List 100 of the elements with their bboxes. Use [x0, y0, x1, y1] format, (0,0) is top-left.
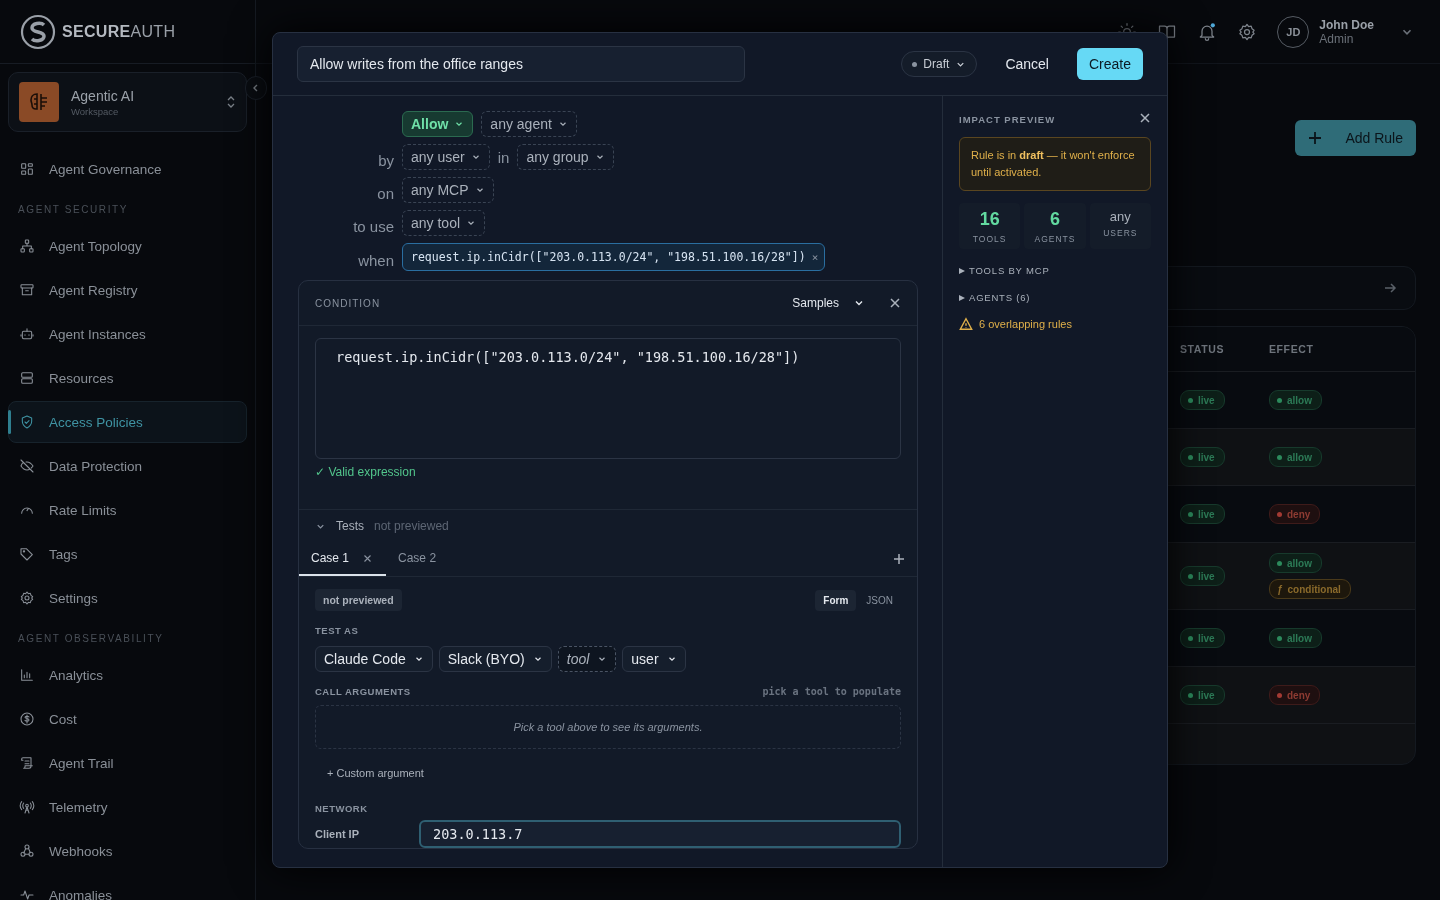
cancel-button[interactable]: Cancel	[997, 56, 1057, 72]
rule-keyword: on	[376, 183, 394, 202]
rule-keyword: by	[377, 150, 394, 169]
workspace-switcher[interactable]: Agentic AI Workspace	[8, 72, 247, 132]
status-pill: live	[1180, 628, 1225, 648]
scope-dropdown[interactable]: any MCP	[402, 177, 494, 203]
bar-chart-icon	[19, 667, 35, 683]
scope-dropdown[interactable]: any group	[517, 144, 614, 170]
brand-name: SECUREAUTH	[62, 22, 176, 41]
add-icon[interactable]	[893, 553, 905, 565]
nav-item[interactable]: Access Policies	[8, 401, 247, 443]
expression-editor[interactable]: request.ip.inCidr(["203.0.113.0/24", "198.51.100.16/28"])	[315, 338, 901, 459]
effect-pill: deny	[1269, 504, 1321, 524]
mode-toggle[interactable]: JSON	[858, 589, 901, 611]
shield-icon	[19, 414, 35, 430]
rule-name-field[interactable]: Allow writes from the office ranges	[297, 46, 745, 82]
nav-item[interactable]: Telemetry	[8, 786, 247, 828]
close-icon[interactable]	[889, 297, 901, 309]
effect-pill: allow	[1269, 553, 1322, 573]
nav-item[interactable]: Agent Governance	[8, 148, 247, 190]
column-header: STATUS	[1180, 343, 1226, 355]
overlap-warning[interactable]: 6 overlapping rules	[979, 318, 1072, 330]
stat-tile: 6 AGENTS	[1024, 203, 1086, 249]
panel-title: IMPACT PREVIEW	[959, 114, 1056, 125]
nav-item[interactable]: Settings	[8, 577, 247, 619]
case-tab[interactable]: Case 1	[299, 542, 387, 576]
nav-item[interactable]: Agent Trail	[8, 742, 247, 784]
close-icon[interactable]	[1139, 112, 1151, 124]
warning-icon	[959, 317, 973, 331]
status-pill: live	[1180, 447, 1225, 467]
expandable-section[interactable]: TOOLS BY MCP	[959, 265, 1050, 276]
triangle-icon	[959, 294, 965, 301]
scope-dropdown[interactable]: any tool	[402, 210, 486, 236]
mode-toggle[interactable]: Form	[815, 589, 857, 611]
samples-dropdown[interactable]: Samples	[792, 296, 865, 310]
scroll-icon	[19, 755, 35, 771]
server-icon	[19, 370, 35, 386]
expandable-section[interactable]: AGENTS (6)	[959, 292, 1031, 303]
nav-item[interactable]: Cost	[8, 698, 247, 740]
nav-item[interactable]: Anomalies	[8, 874, 247, 900]
tool-dropdown[interactable]: tool	[557, 646, 617, 672]
plus-icon	[1307, 130, 1324, 146]
workspace-subtitle: Workspace	[71, 105, 120, 117]
user-menu[interactable]: JD John Doe Admin	[1277, 9, 1424, 54]
remove-button[interactable]: ×	[811, 250, 819, 264]
effect-pill: allow	[1269, 628, 1322, 648]
robot-icon	[19, 326, 35, 342]
effect-dropdown[interactable]: Allow	[402, 111, 474, 137]
workspace-avatar	[19, 82, 59, 122]
create-button[interactable]: Create	[1076, 48, 1143, 80]
tests-status: not previewed	[374, 519, 449, 533]
nav-item[interactable]: Resources	[8, 357, 247, 399]
nav-item[interactable]: Tags	[8, 533, 247, 575]
client-ip-field[interactable]: 203.0.113.7	[419, 820, 901, 848]
webhook-icon	[19, 843, 35, 859]
arguments-empty-state: Pick a tool above to see its arguments.	[315, 705, 901, 749]
nav-item[interactable]: Rate Limits	[8, 489, 247, 531]
stat-tile: any USERS	[1089, 203, 1151, 249]
case-tab[interactable]: Case 2	[386, 542, 451, 576]
close-icon[interactable]	[363, 553, 373, 563]
logo-icon	[20, 13, 56, 50]
nav-item[interactable]: Agent Registry	[8, 269, 247, 311]
identity-dropdown[interactable]: Slack (BYO)	[438, 646, 552, 672]
user-name: John Doe	[1319, 17, 1374, 32]
section-label: NETWORK	[315, 803, 369, 814]
status-pill: live	[1180, 390, 1225, 410]
status-pill: live	[1180, 685, 1225, 705]
section-label: TEST AS	[315, 625, 360, 636]
identity-dropdown[interactable]: user	[622, 646, 686, 672]
preview-badge: not previewed	[315, 589, 402, 611]
nav-item[interactable]: Agent Topology	[8, 225, 247, 267]
scope-dropdown[interactable]: any agent	[481, 111, 577, 137]
gear-icon	[19, 590, 35, 606]
nav-item[interactable]: Analytics	[8, 654, 247, 696]
tag-icon	[19, 546, 35, 562]
effect-pill: deny	[1269, 685, 1321, 705]
status-pill: live	[1180, 504, 1225, 524]
nav-item[interactable]: Agent Instances	[8, 313, 247, 355]
conditional-pill: ƒ conditional	[1269, 579, 1351, 599]
nav-section-label: AGENT SECURITY	[17, 203, 129, 217]
triangle-icon	[959, 267, 965, 274]
bell-icon[interactable]	[1197, 21, 1218, 42]
dollar-icon	[19, 711, 35, 727]
draft-notice: Rule is in draft — it won't enforce until activated.	[959, 137, 1151, 191]
identity-dropdown[interactable]: Claude Code	[315, 646, 433, 672]
updown-icon	[226, 95, 236, 109]
nav-item[interactable]: Webhooks	[8, 830, 247, 872]
hierarchy-icon	[19, 238, 35, 254]
rule-keyword: when	[357, 250, 394, 269]
tests-title: Tests	[336, 519, 364, 533]
condition-chip[interactable]: request.ip.inCidr(["203.0.113.0/24", "198.51.100.16/28"]) ×	[402, 243, 826, 271]
custom-argument-link[interactable]: + Custom argument	[327, 767, 424, 779]
validation-message: ✓ Valid expression	[315, 465, 417, 481]
settings-icon[interactable]	[1237, 21, 1258, 42]
eye-off-icon	[19, 458, 35, 474]
nav-item[interactable]: Data Protection	[8, 445, 247, 487]
rule-keyword: to use	[352, 216, 394, 235]
scope-dropdown[interactable]: any user	[402, 144, 490, 170]
state-dropdown[interactable]: Draft	[901, 51, 978, 77]
section-label: CALL ARGUMENTS	[315, 686, 411, 697]
